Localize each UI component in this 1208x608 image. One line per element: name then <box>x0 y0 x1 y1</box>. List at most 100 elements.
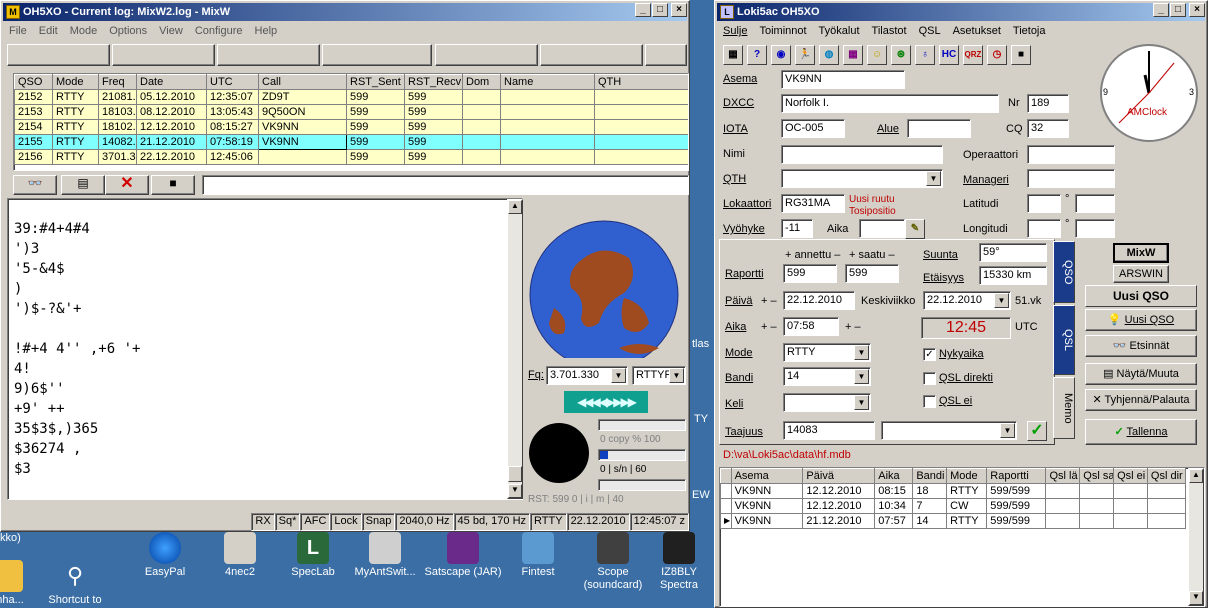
uusi-qso-button[interactable]: 💡 Uusi QSO <box>1085 309 1197 331</box>
nayta-muuta-button[interactable]: ▤ Näytä/Muuta <box>1085 363 1197 385</box>
table-row[interactable]: 2154 RTTY 18102. 12.12.2010 08:15:27 VK9NN 599… <box>14 119 688 135</box>
col-qsl-dir[interactable]: Qsl dir <box>1146 468 1187 484</box>
tab-qsl[interactable]: QSL <box>1053 305 1075 375</box>
mixw-titlebar[interactable]: M OH5XO - Current log: MixW2.log - MixW <box>3 3 687 21</box>
col-mode[interactable]: Mode <box>52 74 99 90</box>
raportti-annettu-field[interactable]: 599 <box>783 264 837 283</box>
scroll-up-icon[interactable]: ▲ <box>1189 469 1203 483</box>
bandi-combo[interactable]: 14 ▼ <box>783 367 871 386</box>
col-freq[interactable]: Freq <box>98 74 137 90</box>
chevron-down-icon[interactable]: ▼ <box>994 293 1009 308</box>
scroll-down-icon[interactable]: ▼ <box>1189 591 1203 605</box>
menu-file[interactable]: File <box>3 25 33 37</box>
menu-tyokalut[interactable]: Työkalut <box>813 25 866 37</box>
tab-qso[interactable]: QSO <box>1053 241 1075 303</box>
scroll-down-icon[interactable]: ▼ <box>508 484 522 498</box>
nimi-field[interactable] <box>781 145 943 164</box>
desktop-icon-myantswitch[interactable]: MyAntSwit... <box>340 532 430 579</box>
table-row-current[interactable]: ▶ VK9NN 21.12.2010 07:57 14 RTTY 599/599 <box>720 513 1187 529</box>
keli-combo[interactable]: ▼ <box>783 393 871 412</box>
qrz-icon[interactable]: QRZ <box>963 45 983 65</box>
status-sq[interactable]: Sq* <box>274 513 301 531</box>
manageri-field[interactable] <box>1027 169 1115 188</box>
col-aika[interactable]: Aika <box>874 468 914 484</box>
status-afc[interactable]: AFC <box>300 513 331 531</box>
suunta-field[interactable]: 59° <box>979 243 1047 262</box>
table-row[interactable]: VK9NN 12.12.2010 10:34 7 CW 599/599 <box>720 498 1187 514</box>
chevron-down-icon[interactable]: ▼ <box>611 368 626 383</box>
pencil-icon[interactable]: ✎ <box>905 219 925 239</box>
menu-mode[interactable]: Mode <box>64 25 104 37</box>
table-row[interactable]: VK9NN 12.12.2010 08:15 18 RTTY 599/599 <box>720 483 1187 499</box>
etaisyys-field[interactable]: 15330 km <box>979 266 1047 285</box>
chevron-down-icon[interactable]: ▼ <box>854 345 869 360</box>
col-name[interactable]: Name <box>500 74 595 90</box>
chevron-down-icon[interactable]: ▼ <box>926 171 941 186</box>
macro-button-6[interactable] <box>540 44 643 66</box>
scroll-thumb[interactable] <box>508 466 522 482</box>
mode-combo[interactable]: RTTYF ▼ <box>632 366 686 385</box>
col-dom[interactable]: Dom <box>462 74 501 90</box>
operaattori-field[interactable] <box>1027 145 1115 164</box>
menu-toiminnot[interactable]: Toiminnot <box>753 25 812 37</box>
dx-cluster-icon[interactable]: ◉ <box>771 45 791 65</box>
runner-icon[interactable]: 🏃 <box>795 45 815 65</box>
longitudi-min-field[interactable] <box>1075 219 1115 238</box>
wheel-icon[interactable]: ⊛ <box>891 45 911 65</box>
aika-field[interactable] <box>859 219 905 238</box>
arswin-button[interactable]: ARSWIN <box>1113 265 1169 283</box>
menu-edit[interactable]: Edit <box>33 25 64 37</box>
qsl-ei-checkbox[interactable] <box>923 395 936 408</box>
paiva-field[interactable]: 22.12.2010 <box>783 291 855 310</box>
menu-view[interactable]: View <box>153 25 189 37</box>
latitudi-deg-field[interactable] <box>1027 194 1061 213</box>
mixw-button[interactable]: MixW <box>1113 243 1169 263</box>
col-asema[interactable]: Asema <box>730 468 804 484</box>
desktop-icon-shortcut[interactable]: ⚲ Shortcut to <box>30 560 120 607</box>
menu-sulje[interactable]: Sulje <box>717 25 753 37</box>
scroll-up-icon[interactable]: ▲ <box>508 200 522 214</box>
grid-icon[interactable]: ▦ <box>723 45 743 65</box>
col-rst-sent[interactable]: RST_Sent <box>346 74 405 90</box>
tuning-arrows-button[interactable]: ◀◀◀◀▶▶▶▶ <box>564 391 648 413</box>
asema-field[interactable]: VK9NN <box>781 70 905 89</box>
rx-scrollbar[interactable]: ▲ ▼ <box>507 199 523 499</box>
menu-help[interactable]: Help <box>249 25 284 37</box>
vyohyke-field[interactable]: -11 <box>781 219 813 238</box>
dxcc-field[interactable]: Norfolk I. <box>781 94 999 113</box>
cq-field[interactable]: 32 <box>1027 119 1069 138</box>
macro-button-4[interactable] <box>322 44 432 66</box>
minimize-icon[interactable]: _ <box>635 3 651 17</box>
tallenna-button[interactable]: ✓ Tallenna <box>1085 419 1197 445</box>
col-mode[interactable]: Mode <box>946 468 988 484</box>
checkmark-icon[interactable]: ✓ <box>1027 421 1047 441</box>
loki-titlebar[interactable]: L Loki5ac OH5XO <box>717 3 1205 21</box>
nykyaika-checkbox[interactable]: ✓ <box>923 348 936 361</box>
taajuus-combo[interactable]: ▼ <box>881 421 1017 440</box>
menu-tilastot[interactable]: Tilastot <box>866 25 913 37</box>
minimize-icon[interactable]: _ <box>1153 3 1169 17</box>
maximize-icon[interactable]: □ <box>652 3 668 17</box>
table-row[interactable]: 2152 RTTY 21081. 05.12.2010 12:35:07 ZD9T 599 5… <box>14 89 688 105</box>
clock-icon[interactable]: ◷ <box>987 45 1007 65</box>
rx-text-area[interactable]: 39:#4+4#4 ')3 '5-&4$) ')$-?&'+ !#+4 4'' ,+6… <box>7 198 523 500</box>
paiva-combo[interactable]: 22.12.2010 ▼ <box>923 291 1011 310</box>
iota-field[interactable]: OC-005 <box>781 119 845 138</box>
help-icon[interactable]: ? <box>747 45 767 65</box>
etsinnat-button[interactable]: 👓 Etsinnät <box>1085 335 1197 357</box>
freq-combo[interactable]: 3.701.330 ▼ <box>546 366 628 385</box>
save-icon[interactable]: ■ <box>1011 45 1031 65</box>
close-icon[interactable]: × <box>671 3 687 17</box>
tab-memo[interactable]: Memo <box>1053 377 1075 439</box>
menu-options[interactable]: Options <box>103 25 153 37</box>
menu-qsl[interactable]: QSL <box>913 25 947 37</box>
chevron-down-icon[interactable]: ▼ <box>854 369 869 384</box>
tyhjenna-button[interactable]: ✕ Tyhjennä/Palauta <box>1085 389 1197 411</box>
qth-combo[interactable]: ▼ <box>781 169 943 188</box>
status-lock[interactable]: Lock <box>330 513 362 531</box>
map-icon[interactable]: ◍ <box>819 45 839 65</box>
lokaattori-field[interactable]: RG31MA <box>781 194 845 213</box>
macro-button-1[interactable] <box>7 44 110 66</box>
chevron-down-icon[interactable]: ▼ <box>854 395 869 410</box>
table-row[interactable]: 2153 RTTY 18103. 08.12.2010 13:05:43 9Q50ON 59… <box>14 104 688 120</box>
